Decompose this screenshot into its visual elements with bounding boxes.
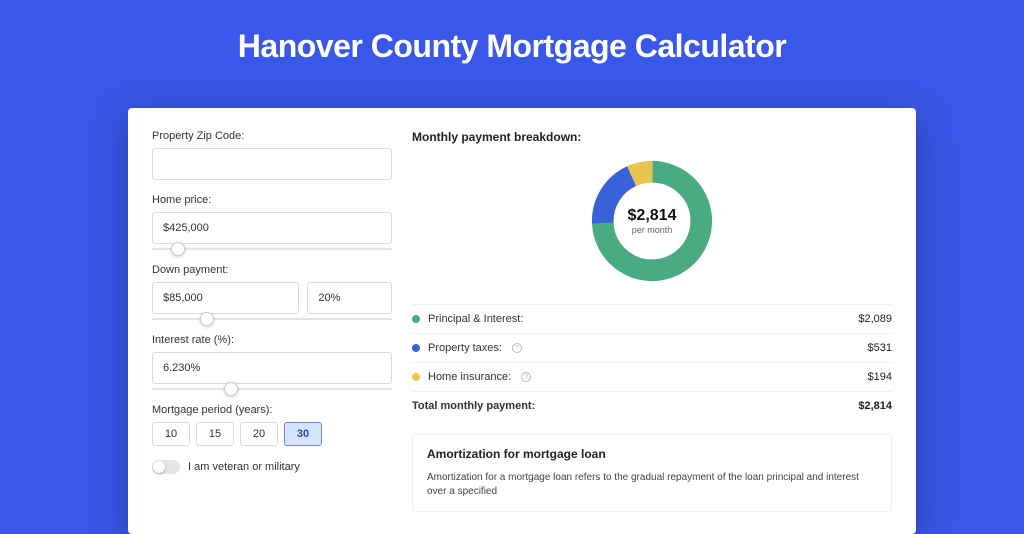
interest-input[interactable] [152, 352, 392, 384]
zip-input[interactable] [152, 148, 392, 180]
interest-field: Interest rate (%): [152, 334, 392, 390]
donut-chart: $2,814 per month [412, 156, 892, 286]
home-price-label: Home price: [152, 194, 392, 206]
legend-insurance: Home insurance: ? $194 [412, 362, 892, 391]
period-btn-15[interactable]: 15 [196, 422, 234, 446]
interest-label: Interest rate (%): [152, 334, 392, 346]
interest-slider-thumb[interactable] [224, 382, 238, 396]
veteran-row: I am veteran or military [152, 460, 392, 474]
period-label: Mortgage period (years): [152, 404, 392, 416]
legend-label: Property taxes: [428, 342, 502, 354]
period-buttons: 10 15 20 30 [152, 422, 392, 446]
period-btn-20[interactable]: 20 [240, 422, 278, 446]
period-btn-10[interactable]: 10 [152, 422, 190, 446]
legend-label: Principal & Interest: [428, 313, 523, 325]
interest-slider[interactable] [152, 388, 392, 390]
page-title: Hanover County Mortgage Calculator [0, 0, 1024, 87]
total-label: Total monthly payment: [412, 400, 535, 412]
home-price-field: Home price: [152, 194, 392, 250]
calculator-card: Property Zip Code: Home price: Down paym… [128, 108, 916, 534]
total-value: $2,814 [858, 400, 892, 412]
input-column: Property Zip Code: Home price: Down paym… [152, 130, 392, 512]
info-icon[interactable]: ? [521, 372, 531, 382]
legend-total: Total monthly payment: $2,814 [412, 391, 892, 420]
dot-icon [412, 315, 420, 323]
legend-label: Home insurance: [428, 371, 511, 383]
veteran-label: I am veteran or military [188, 461, 300, 473]
amortization-box: Amortization for mortgage loan Amortizat… [412, 434, 892, 512]
veteran-toggle[interactable] [152, 460, 180, 474]
breakdown-title: Monthly payment breakdown: [412, 130, 892, 144]
legend-value: $2,089 [858, 313, 892, 325]
dot-icon [412, 344, 420, 352]
legend-principal: Principal & Interest: $2,089 [412, 304, 892, 333]
down-payment-label: Down payment: [152, 264, 392, 276]
info-icon[interactable]: ? [512, 343, 522, 353]
donut-center: $2,814 per month [628, 207, 677, 235]
down-payment-field: Down payment: [152, 264, 392, 320]
legend-value: $531 [868, 342, 892, 354]
down-payment-input[interactable] [152, 282, 299, 314]
period-field: Mortgage period (years): 10 15 20 30 [152, 404, 392, 446]
donut-center-sub: per month [628, 225, 677, 235]
home-price-input[interactable] [152, 212, 392, 244]
legend-value: $194 [868, 371, 892, 383]
donut-center-amount: $2,814 [628, 207, 677, 225]
zip-field: Property Zip Code: [152, 130, 392, 180]
down-payment-slider[interactable] [152, 318, 392, 320]
dot-icon [412, 373, 420, 381]
home-price-slider-thumb[interactable] [171, 242, 185, 256]
down-payment-pct-input[interactable] [307, 282, 392, 314]
amortization-title: Amortization for mortgage loan [427, 447, 877, 461]
home-price-slider[interactable] [152, 248, 392, 250]
amortization-text: Amortization for a mortgage loan refers … [427, 471, 877, 499]
down-payment-slider-thumb[interactable] [200, 312, 214, 326]
zip-label: Property Zip Code: [152, 130, 392, 142]
breakdown-column: Monthly payment breakdown: $2,814 per mo… [412, 130, 892, 512]
legend-taxes: Property taxes: ? $531 [412, 333, 892, 362]
period-btn-30[interactable]: 30 [284, 422, 322, 446]
